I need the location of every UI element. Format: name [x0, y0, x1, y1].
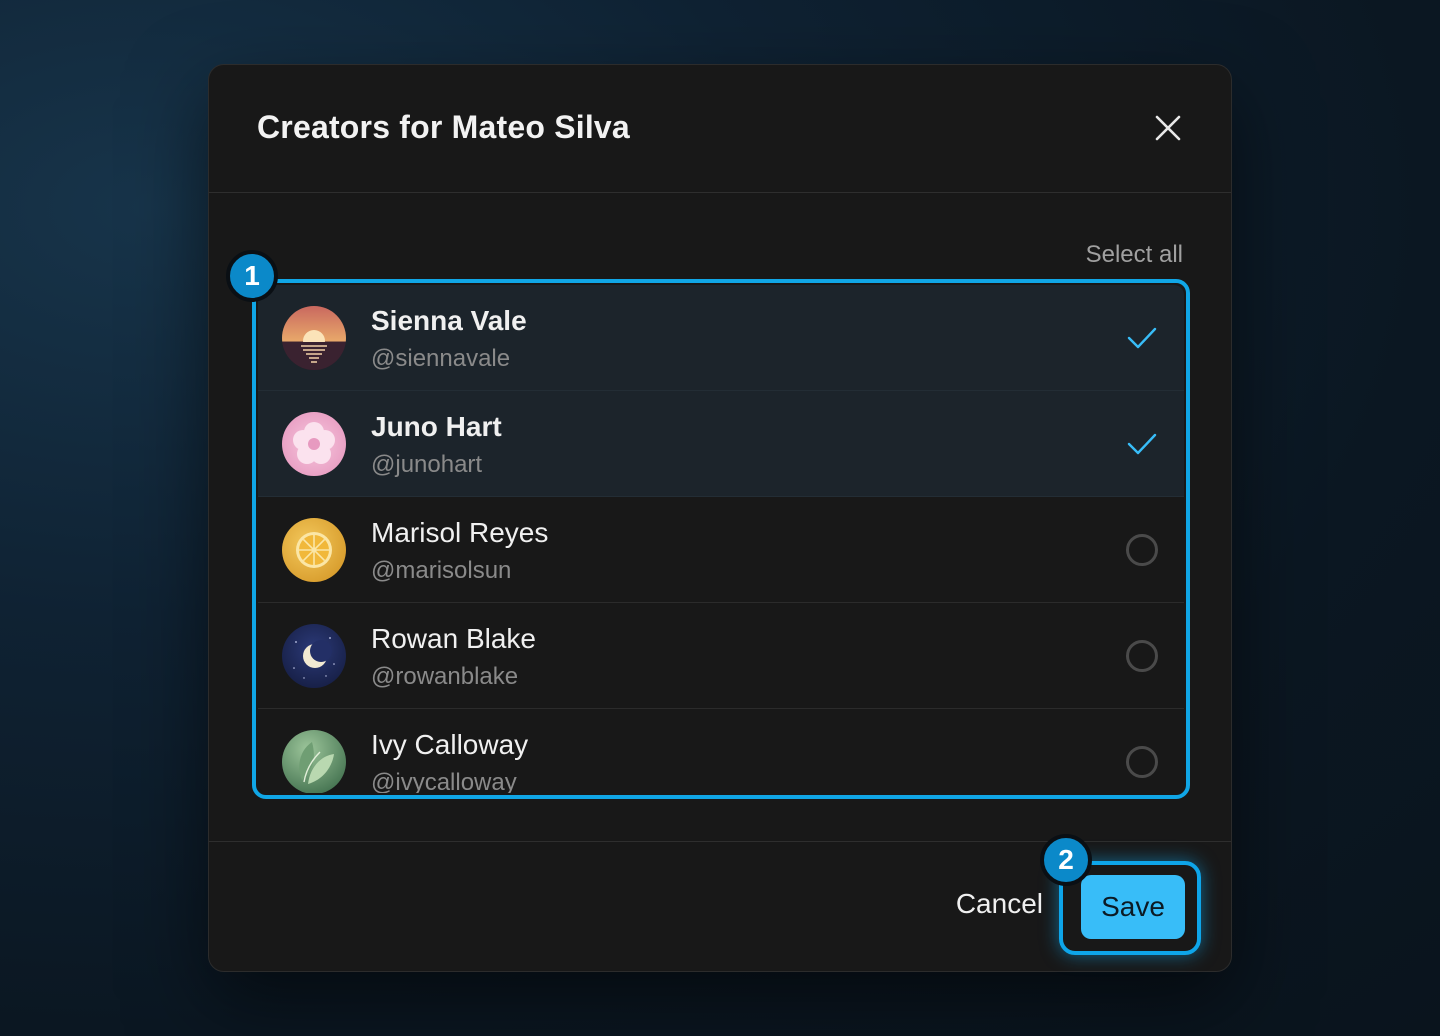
- annotation-badge-1: 1: [226, 250, 278, 302]
- creator-handle: @junohart: [371, 451, 483, 478]
- checkmark-icon: [1127, 327, 1157, 349]
- creator-name: Rowan Blake: [371, 623, 536, 654]
- creator-name: Juno Hart: [371, 411, 502, 442]
- creator-row-sienna-vale[interactable]: Sienna Vale @siennavale: [258, 285, 1184, 391]
- cancel-button[interactable]: Cancel: [956, 888, 1043, 920]
- creator-handle: @rowanblake: [371, 663, 519, 690]
- save-button[interactable]: Save: [1081, 875, 1185, 939]
- close-icon: [1155, 115, 1181, 141]
- dialog-title: Creators for Mateo Silva: [257, 109, 630, 145]
- citrus-avatar: [282, 518, 346, 582]
- leaf-avatar: [282, 730, 346, 793]
- creator-list: Sienna Vale @siennavale Juno Hart @junoh…: [258, 285, 1184, 793]
- unselected-radio-icon: [1126, 746, 1158, 778]
- sunset-avatar: [282, 306, 346, 370]
- creators-dialog: Creators for Mateo Silva Select all Sien…: [208, 64, 1232, 972]
- annotation-badge-2: 2: [1040, 834, 1092, 886]
- creator-row-juno-hart[interactable]: Juno Hart @junohart: [258, 391, 1184, 497]
- unselected-radio-icon: [1126, 640, 1158, 672]
- creator-row-rowan-blake[interactable]: Rowan Blake @rowanblake: [258, 603, 1184, 709]
- moon-avatar: [282, 624, 346, 688]
- creator-handle: @ivycalloway: [371, 769, 517, 793]
- creator-handle: @marisolsun: [371, 557, 512, 584]
- checkmark-icon: [1127, 433, 1157, 455]
- dialog-header: Creators for Mateo Silva: [209, 65, 1231, 193]
- close-button[interactable]: [1151, 111, 1185, 145]
- creator-handle: @siennavale: [371, 345, 511, 372]
- select-all-button[interactable]: Select all: [1086, 241, 1183, 269]
- flower-avatar: [282, 412, 346, 476]
- creator-row-ivy-calloway[interactable]: Ivy Calloway @ivycalloway: [258, 709, 1184, 793]
- unselected-radio-icon: [1126, 534, 1158, 566]
- creator-name: Marisol Reyes: [371, 517, 549, 548]
- creator-row-marisol-reyes[interactable]: Marisol Reyes @marisolsun: [258, 497, 1184, 603]
- creator-name: Ivy Calloway: [371, 729, 529, 760]
- creator-name: Sienna Vale: [371, 305, 527, 336]
